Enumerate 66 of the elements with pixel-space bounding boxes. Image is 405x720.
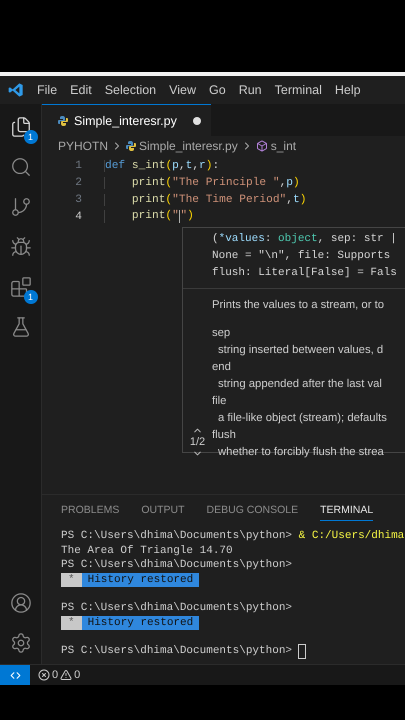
menu-item[interactable]: Terminal [274, 83, 322, 97]
code-line: print("The Principle ",p) [104, 176, 300, 188]
bug-icon [10, 236, 32, 258]
signature-line: flush: Literal[False] = Fals [212, 266, 398, 281]
file-type-icon [126, 141, 136, 151]
doc-summary: Prints the values to a stream, or to [212, 298, 386, 313]
param-description: a file-like object (stream); defaults [217, 411, 387, 426]
panel-tab[interactable]: TERMINAL [320, 504, 374, 521]
param-name: end [212, 360, 232, 375]
history-message: History restored [82, 572, 200, 587]
panel-tab[interactable]: DEBUG CONSOLE [206, 504, 298, 521]
signature-line: (*values: object, sep: str | [212, 232, 398, 247]
cube-icon [256, 140, 268, 152]
panel-tab[interactable]: PROBLEMS [61, 504, 120, 521]
param-description: string appended after the last val [217, 377, 383, 392]
signature-line: None = "\n", file: Supports [212, 249, 392, 264]
warning-icon [60, 669, 72, 681]
line-number: 1 [74, 160, 82, 172]
history-marker: * [61, 572, 82, 587]
menu-item[interactable]: Selection [104, 83, 156, 97]
history-marker: * [61, 616, 82, 630]
terminal-prompt: PS C:\Users\dhima\Documents\python> [61, 558, 292, 572]
extensions-icon [10, 276, 32, 298]
app-logo-icon [8, 82, 24, 98]
line-number: 4 [74, 210, 82, 222]
breadcrumb-item[interactable]: Simple_interesr.py [139, 139, 238, 153]
param-name: flush [212, 428, 237, 443]
breadcrumb-item[interactable]: s_int [270, 139, 296, 153]
overload-counter: 1/2 [190, 436, 206, 448]
menu-item[interactable]: Go [209, 83, 226, 97]
param-name: file [212, 394, 228, 409]
param-name: sep [212, 326, 232, 341]
menu-item[interactable]: View [169, 83, 196, 97]
menu-item[interactable]: Edit [70, 83, 92, 97]
terminal-command: & C:/Users/dhima [298, 529, 404, 544]
error-icon [38, 669, 50, 681]
files-icon [10, 116, 32, 138]
account-icon [10, 592, 32, 614]
problems-status[interactable]: 0 0 [38, 669, 80, 681]
param-description: whether to forcibly flush the strea [217, 445, 385, 460]
param-description: string inserted between values, d [217, 343, 384, 358]
terminal-output: The Area Of Triangle 14.70 [61, 544, 233, 558]
menu-item[interactable]: Run [238, 83, 262, 97]
menu-item[interactable]: File [37, 83, 58, 97]
menu-item[interactable]: Help [334, 83, 361, 97]
terminal-prompt: PS C:\Users\dhima\Documents\python> [61, 644, 292, 659]
line-number: 3 [74, 194, 82, 206]
history-message: History restored [82, 616, 200, 630]
panel-tab[interactable]: OUTPUT [141, 504, 185, 521]
settings-icon [10, 632, 32, 654]
remote-button[interactable] [0, 665, 30, 685]
file-type-icon [58, 116, 68, 126]
breadcrumb-item[interactable]: PYHOTN [58, 139, 108, 153]
notification-badge: 1 [24, 290, 38, 304]
code-line: print("") [104, 210, 194, 223]
source-control-icon [10, 196, 32, 218]
terminal-prompt: PS C:\Users\dhima\Documents\python> [61, 601, 292, 616]
notification-badge: 1 [24, 130, 38, 144]
terminal-prompt: PS C:\Users\dhima\Documents\python> [61, 529, 292, 544]
code-line: def s_int(p,t,r): [104, 160, 220, 172]
code-line: print("The Time Period",t) [104, 194, 306, 206]
search-icon [10, 156, 32, 178]
unsaved-dot [192, 116, 201, 124]
editor-tab[interactable]: Simple_interesr.py [42, 104, 211, 136]
text-cursor [178, 210, 180, 223]
line-number: 2 [74, 176, 82, 188]
